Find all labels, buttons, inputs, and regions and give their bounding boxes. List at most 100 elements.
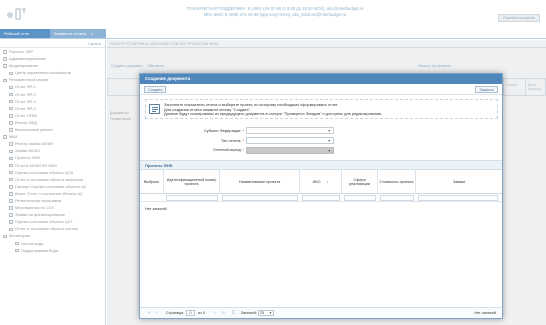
report-period-label: Отчетный период: * [213, 148, 244, 152]
filter-project-name-input[interactable] [222, 195, 298, 201]
sidebar-item-label: Реестр заявок МОКИ [15, 141, 54, 147]
folder-icon [9, 114, 13, 118]
app-logo-icon[interactable] [6, 5, 28, 21]
column-requests[interactable]: Заявки [416, 170, 502, 194]
column-cost[interactable]: Стоимость проекта [378, 170, 416, 194]
sidebar-item[interactable]: Регламентный режим [0, 76, 105, 83]
page-label: Страница [166, 311, 184, 315]
federation-subject-select[interactable]: ▼ [246, 127, 334, 134]
sidebar-item[interactable]: Заявки МСАН [0, 147, 105, 154]
column-project-name[interactable]: Наименование проекта [220, 170, 300, 194]
filter-requests-input[interactable] [418, 195, 498, 201]
tab-report-requests[interactable]: Заявки на отчеты × [50, 29, 106, 38]
sidebar-item-label: Мониторинг [9, 233, 31, 239]
sidebar-item-label: Визит. Отчет о состоянии объекта ЦС [15, 190, 84, 196]
column-label: ИКО [312, 179, 321, 184]
folder-icon [9, 192, 13, 196]
info-panel: Заполните показатели отчета и выберите п… [145, 99, 498, 119]
sidebar-item[interactable]: Отчет о состоянии объекта систем [0, 225, 105, 232]
tab-desktop[interactable]: Рабочий стол [0, 29, 50, 38]
per-page-select[interactable]: 25 ▼ [258, 310, 274, 316]
column-iko[interactable]: ИКО ↑ [300, 170, 342, 194]
sidebar-item-label: Администрирование [9, 56, 47, 62]
sidebar-item[interactable]: Отчет ФР-4 [0, 105, 105, 112]
close-button[interactable]: Закрыть [475, 86, 498, 93]
column-project-id[interactable]: Идентификационный номер проекта [164, 170, 220, 194]
sidebar-item[interactable]: Отчет о состоянии объекта мероприя [0, 176, 105, 183]
column-label: Наименование проекта [238, 179, 281, 184]
sidebar-item[interactable]: Отчет ФР-1 [0, 83, 105, 90]
folder-icon [9, 227, 13, 232]
sidebar-item[interactable]: Оценка состояния объекта ЦСВ [0, 169, 105, 176]
last-page-icon[interactable]: » [222, 310, 225, 316]
app-header: ТЕХНИЧЕСКАЯ ПОДДЕРЖКА: 8 (499) 126-37-80… [0, 0, 546, 28]
sidebar-item[interactable]: Центр управления конфликтов [0, 69, 105, 76]
per-page-label: Записей: [241, 311, 257, 315]
filter-sphere-input[interactable] [344, 195, 376, 201]
dialog-toolbar: Создать Закрыть [140, 84, 502, 95]
sidebar-item-label: Расчеты ЗФР [9, 49, 34, 54]
sort-arrow-icon: ↑ [326, 179, 329, 184]
sidebar-item[interactable]: Заявки на финансирование [0, 211, 105, 218]
sidebar-item[interactable]: Моделирование [0, 62, 105, 69]
portal-button[interactable]: Перейти на портал [498, 14, 540, 22]
sidebar-item-label: Отчет ОПЕК [15, 112, 38, 118]
sidebar-item[interactable]: Чистая вода [0, 240, 105, 247]
folder-icon [9, 170, 13, 175]
sidebar-item[interactable]: МКИ [0, 133, 105, 140]
sidebar-item-label: Отчет ФР-2 [15, 91, 36, 97]
folder-icon [9, 85, 13, 90]
filter-project-id-input[interactable] [166, 195, 218, 201]
sidebar-item[interactable]: Администрирование [0, 55, 105, 62]
sidebar-item-label: Отчет о состоянии объекта систем [15, 226, 78, 232]
required-mark: * [242, 148, 244, 152]
sidebar: Скрыть Расчеты ЗФР Администрирование Модел… [0, 40, 106, 325]
folder-icon [3, 64, 7, 68]
info-text: Заполните показатели отчета и выберите п… [164, 102, 382, 117]
sidebar-item[interactable]: Проекты ФНБ [0, 154, 105, 161]
sidebar-item-label: Отчет ФР-4 [15, 105, 36, 111]
sidebar-item[interactable]: Оценка состояния объекта ЦСТ [0, 218, 105, 225]
sidebar-item[interactable]: Мероприятия по ССК [0, 204, 105, 211]
sidebar-item[interactable]: Мониторинг [0, 232, 105, 239]
create-button[interactable]: Создать [144, 86, 167, 93]
filter-iko-input[interactable] [302, 195, 340, 201]
close-icon[interactable]: × [91, 31, 93, 36]
sidebar-item-label: Отчеты МОКИ ВП МКИ [15, 162, 57, 168]
column-sphere[interactable]: Сфера реализации [342, 170, 378, 194]
sidebar-item[interactable]: Отчеты МОКИ ВП МКИ [0, 162, 105, 169]
sidebar-item-label: Капитальный ремонт [15, 127, 54, 133]
sidebar-item[interactable]: Региональная программа [0, 197, 105, 204]
sidebar-item[interactable]: Визит. Отчет о состоянии объекта ЦС [0, 190, 105, 197]
sidebar-item[interactable]: Капитальный ремонт [0, 126, 105, 133]
folder-icon [9, 128, 13, 132]
sidebar-item[interactable]: Отчет ОПЕК [0, 112, 105, 119]
folder-icon [3, 135, 7, 139]
filter-cost-input[interactable] [380, 195, 414, 201]
first-page-icon[interactable]: « [148, 310, 151, 316]
sidebar-item[interactable]: Расчеты ЗФР [0, 48, 105, 55]
refresh-icon[interactable]: C [232, 310, 236, 316]
support-line-2: МКА ЖКХ: 8 (499) 371-26-98 (круглосуточн… [203, 12, 347, 17]
sidebar-item-label: Паспорт Оценка состояния объекта ЦС [15, 183, 87, 189]
page-number-input[interactable]: 0 [186, 310, 195, 316]
sidebar-item[interactable]: Паспорт Оценка состояния объекта ЦС [0, 183, 105, 190]
sidebar-item[interactable]: Реестр МКД [0, 119, 105, 126]
sidebar-item-label: Отчет ФР-1 [15, 84, 36, 90]
folder-icon [15, 248, 19, 253]
field-label: Отчетный период: [213, 148, 242, 152]
dialog-title: Создание документа [140, 74, 502, 84]
sidebar-item-label: Чистая вода [21, 240, 44, 246]
sidebar-hide-link[interactable]: Скрыть [0, 40, 105, 48]
sidebar-item[interactable]: Отчет ФР-3 [0, 98, 105, 105]
column-select[interactable]: Выбрать [140, 170, 164, 194]
chevron-down-icon: ▼ [269, 311, 272, 315]
folder-icon [9, 213, 13, 217]
report-type-select[interactable]: ▼ [246, 137, 334, 144]
next-page-icon[interactable]: › [214, 310, 216, 316]
prev-page-icon[interactable]: ‹ [156, 310, 158, 316]
sidebar-item[interactable]: Подпрограмма Вода [0, 247, 105, 254]
sidebar-item[interactable]: Реестр заявок МОКИ [0, 140, 105, 147]
sidebar-item[interactable]: Отчет ФР-2 [0, 91, 105, 98]
sidebar-item-label: Региональная программа [15, 197, 62, 203]
